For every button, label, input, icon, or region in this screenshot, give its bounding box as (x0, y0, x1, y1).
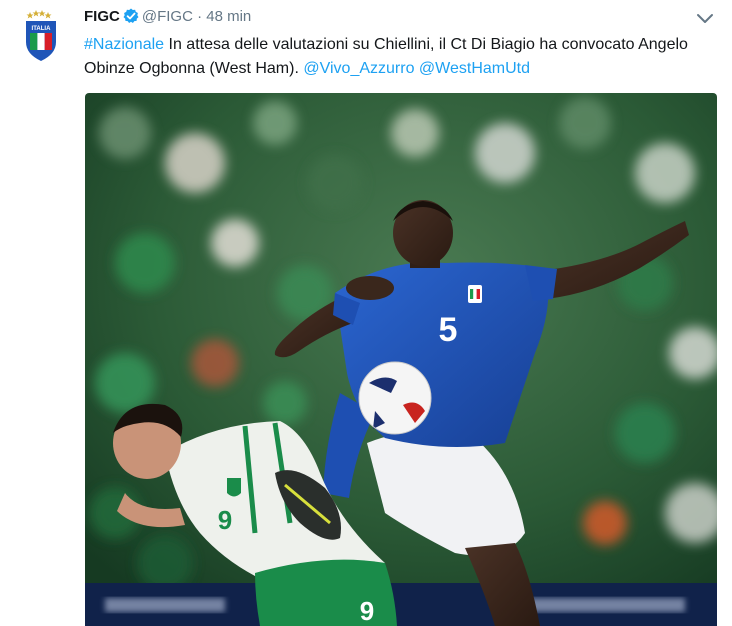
mention-link-vivo-azzurro[interactable]: @Vivo_Azzurro (303, 60, 414, 77)
player-front-number: 5 (439, 311, 458, 349)
verified-badge-icon (123, 8, 139, 23)
player-back-number: 9 (218, 505, 232, 535)
player-back-shorts-number: 9 (360, 596, 374, 626)
header-separator: · (192, 8, 207, 25)
tweet-timestamp[interactable]: 48 min (206, 8, 251, 25)
tweet[interactable]: ITALIA FIGC @FIGC · 48 min #Nazionale In… (0, 0, 732, 626)
mention-link-westhamutd[interactable]: @WestHamUtd (419, 60, 530, 77)
avatar-text: ITALIA (32, 26, 52, 32)
football-match-photo: 5 9 9 (85, 93, 717, 626)
italia-crest-icon: ITALIA (26, 10, 56, 61)
hashtag-link[interactable]: #Nazionale (84, 36, 164, 53)
user-handle[interactable]: @FIGC (142, 8, 193, 25)
chevron-down-icon (697, 14, 713, 23)
display-name[interactable]: FIGC (84, 8, 120, 25)
football (358, 361, 432, 435)
tweet-text: #Nazionale In attesa delle valutazioni s… (84, 33, 719, 81)
avatar[interactable]: ITALIA (20, 10, 62, 62)
tweet-header: FIGC @FIGC · 48 min (84, 7, 251, 27)
tweet-menu-button[interactable] (696, 12, 714, 26)
tweet-media-photo[interactable]: 5 9 9 (85, 93, 717, 626)
